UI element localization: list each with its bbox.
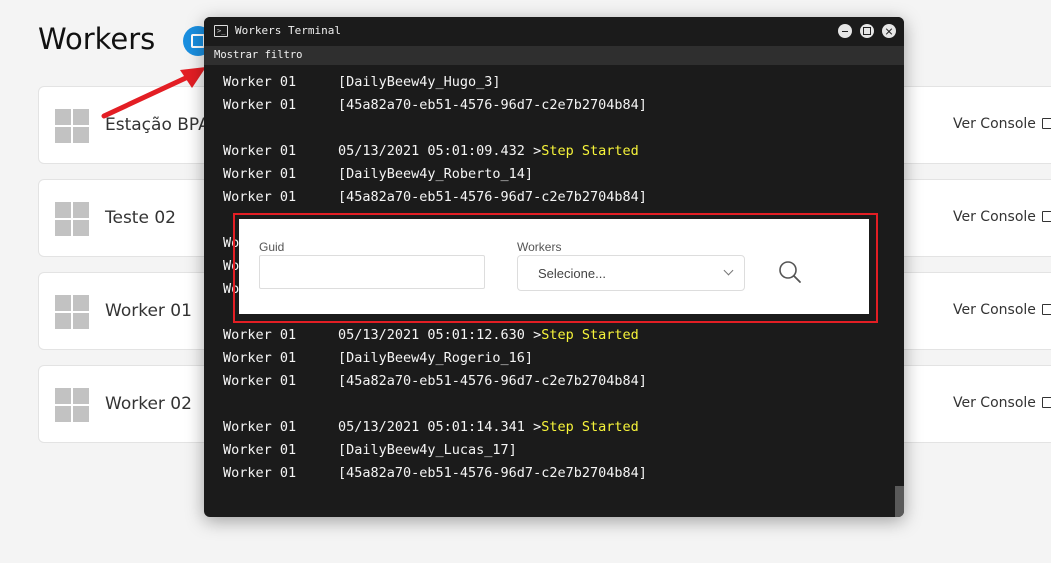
external-link-icon [1041,211,1051,222]
log-highlight: Step Started [541,419,639,435]
close-button[interactable] [882,24,896,38]
log-line: Worker 01 05/13/2021 05:01:09.432 >Step S… [223,143,639,159]
external-link-icon [1041,304,1051,315]
terminal-titlebar[interactable]: >_ Workers Terminal [204,17,904,46]
log-worker: Worker 01 [223,166,297,182]
workers-label: Workers [517,240,562,254]
log-worker: Worker 01 [223,419,297,435]
minimize-button[interactable] [838,24,852,38]
filter-bar: Mostrar filtro [204,46,904,65]
log-text: 05/13/2021 05:01:09.432 > [338,143,542,159]
log-text: [DailyBeew4y_Hugo_3] [338,74,501,90]
log-line: Worker 01 [DailyBeew4y_Roberto_14] [223,166,533,182]
workers-select-value: Selecione... [538,266,606,281]
ver-console-link[interactable]: Ver Console [953,116,1051,132]
guid-input[interactable] [259,255,485,289]
ver-console-label: Ver Console [953,209,1036,225]
filter-panel: Guid Workers Selecione... [239,219,869,314]
maximize-button[interactable] [860,24,874,38]
windows-icon [55,202,89,236]
log-worker: Worker 01 [223,327,297,343]
log-worker: Worker 01 [223,74,297,90]
log-worker: Worker 01 [223,442,297,458]
page-title: Workers [38,22,156,56]
ver-console-label: Ver Console [953,302,1036,318]
workers-select[interactable]: Selecione... [517,255,745,291]
log-highlight: Step Started [541,143,639,159]
log-line: Worker 01 05/13/2021 05:01:14.341 >Step S… [223,419,639,435]
log-line: Worker 01 [DailyBeew4y_Rogerio_16] [223,350,533,366]
log-worker: Worker 01 [223,465,297,481]
log-text: 05/13/2021 05:01:14.341 > [338,419,542,435]
log-text: [45a82a70-eb51-4576-96d7-c2e7b2704b84] [338,189,647,205]
ver-console-link[interactable]: Ver Console [953,395,1051,411]
log-highlight: Step Started [541,327,639,343]
log-text: [45a82a70-eb51-4576-96d7-c2e7b2704b84] [338,97,647,113]
log-worker: Worker 01 [223,97,297,113]
external-link-icon [1041,118,1051,129]
log-line: Worker 01 [45a82a70-eb51-4576-96d7-c2e7b2… [223,465,647,481]
windows-icon [55,388,89,422]
ver-console-link[interactable]: Ver Console [953,209,1051,225]
guid-label: Guid [259,240,285,254]
log-text: 05/13/2021 05:01:12.630 > [338,327,542,343]
log-text: [45a82a70-eb51-4576-96d7-c2e7b2704b84] [338,373,647,389]
log-text: [DailyBeew4y_Roberto_14] [338,166,534,182]
external-link-icon [1041,397,1051,408]
log-line: Worker 01 [45a82a70-eb51-4576-96d7-c2e7b2… [223,373,647,389]
worker-name: Teste 02 [105,208,176,228]
chevron-down-icon [723,265,734,276]
search-icon[interactable] [777,259,803,285]
log-line: Worker 01 [45a82a70-eb51-4576-96d7-c2e7b2… [223,97,647,113]
terminal-icon: >_ [214,25,228,37]
terminal-scrollbar[interactable] [895,486,904,517]
log-worker: Worker 01 [223,143,297,159]
log-worker: Worker 01 [223,350,297,366]
log-worker: Worker 01 [223,189,297,205]
ver-console-label: Ver Console [953,116,1036,132]
windows-icon [55,295,89,329]
windows-icon [55,109,89,143]
ver-console-label: Ver Console [953,395,1036,411]
log-text: [DailyBeew4y_Lucas_17] [338,442,517,458]
log-worker: Worker 01 [223,373,297,389]
worker-name: Worker 02 [105,394,192,414]
log-text: [45a82a70-eb51-4576-96d7-c2e7b2704b84] [338,465,647,481]
log-text: [DailyBeew4y_Rogerio_16] [338,350,534,366]
log-line: Worker 01 05/13/2021 05:01:12.630 >Step S… [223,327,639,343]
worker-name: Worker 01 [105,301,192,321]
ver-console-link[interactable]: Ver Console [953,302,1051,318]
log-line: Worker 01 [DailyBeew4y_Hugo_3] [223,74,501,90]
log-line: Worker 01 [DailyBeew4y_Lucas_17] [223,442,517,458]
annotation-arrow-icon [101,67,206,119]
log-line: Worker 01 [45a82a70-eb51-4576-96d7-c2e7b2… [223,189,647,205]
show-filter-toggle[interactable]: Mostrar filtro [214,49,303,61]
terminal-title: Workers Terminal [235,24,341,37]
